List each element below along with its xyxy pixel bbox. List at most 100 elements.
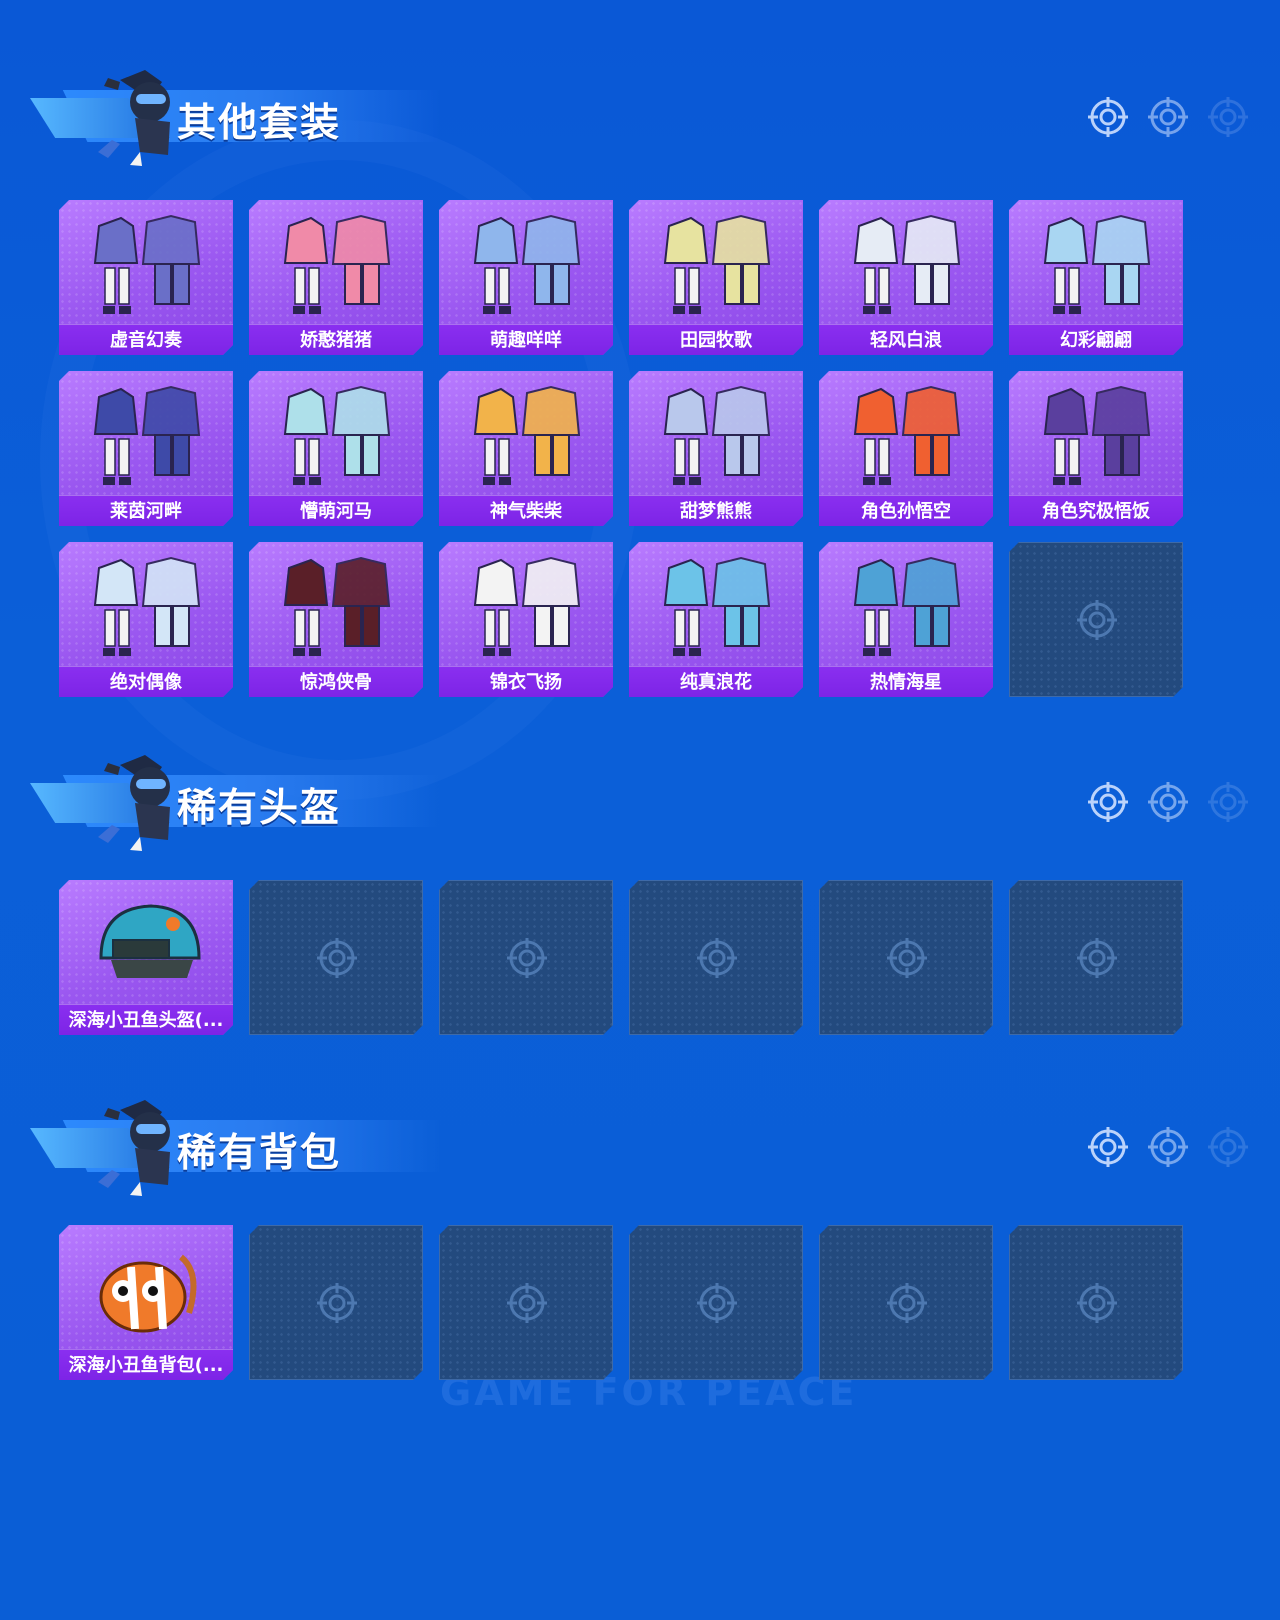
reticle-group	[1086, 95, 1250, 139]
item-image	[81, 208, 211, 318]
empty-slot	[629, 880, 803, 1035]
item-label: 深海小丑鱼头盔(...	[59, 1004, 233, 1035]
empty-slot	[819, 880, 993, 1035]
item-card[interactable]: 田园牧歌	[629, 200, 803, 355]
item-label: 角色究极悟饭	[1009, 495, 1183, 526]
item-card[interactable]: 懵萌河马	[249, 371, 423, 526]
reticle-icon	[1148, 1127, 1188, 1167]
empty-slot-icon	[504, 1280, 550, 1326]
item-label: 甜梦熊熊	[629, 495, 803, 526]
item-card[interactable]: 虚音幻奏	[59, 200, 233, 355]
item-label: 懵萌河马	[249, 495, 423, 526]
reticle-icon	[1208, 97, 1248, 137]
section-title: 其他套装	[177, 101, 342, 146]
item-image	[461, 550, 591, 660]
item-image	[81, 550, 211, 660]
item-label: 娇憨猪猪	[249, 324, 423, 355]
item-image	[271, 208, 401, 318]
reticle-icon	[1088, 1127, 1128, 1167]
reticle-icon	[1088, 782, 1128, 822]
item-card[interactable]: 神气柴柴	[439, 371, 613, 526]
empty-slot	[249, 1225, 423, 1380]
item-card[interactable]: 甜梦熊熊	[629, 371, 803, 526]
item-image	[841, 208, 971, 318]
item-image	[461, 379, 591, 489]
empty-slot-icon	[314, 935, 360, 981]
item-label: 神气柴柴	[439, 495, 613, 526]
item-card[interactable]: 深海小丑鱼头盔(...	[59, 880, 233, 1035]
reticle-icon	[1148, 782, 1188, 822]
item-card[interactable]: 角色孙悟空	[819, 371, 993, 526]
reticle-group	[1086, 1125, 1250, 1169]
item-label: 虚音幻奏	[59, 324, 233, 355]
item-card[interactable]: 纯真浪花	[629, 542, 803, 697]
empty-slot	[629, 1225, 803, 1380]
item-grid: 深海小丑鱼背包(...	[59, 1225, 1183, 1380]
item-label: 深海小丑鱼背包(...	[59, 1349, 233, 1380]
item-label: 角色孙悟空	[819, 495, 993, 526]
item-label: 惊鸿侠骨	[249, 666, 423, 697]
item-image	[651, 550, 781, 660]
item-image	[841, 379, 971, 489]
empty-slot-icon	[1074, 1280, 1120, 1326]
item-card[interactable]: 热情海星	[819, 542, 993, 697]
empty-slot-icon	[1074, 597, 1120, 643]
empty-slot-icon	[504, 935, 550, 981]
reticle-icon	[1208, 782, 1248, 822]
mascot-icon	[98, 70, 170, 166]
item-card[interactable]: 绝对偶像	[59, 542, 233, 697]
item-card[interactable]: 深海小丑鱼背包(...	[59, 1225, 233, 1380]
empty-slot	[1009, 542, 1183, 697]
item-grid: 虚音幻奏 娇憨猪猪 萌趣咩咩 田园牧歌 轻风白浪 幻彩翩翩 莱茵河畔 懵萌河马 …	[59, 200, 1183, 697]
reticle-group	[1086, 780, 1250, 824]
item-label: 幻彩翩翩	[1009, 324, 1183, 355]
section-header: 稀有背包	[30, 1090, 450, 1200]
item-card[interactable]: 娇憨猪猪	[249, 200, 423, 355]
mascot-icon	[98, 755, 170, 851]
reticle-icon	[1148, 97, 1188, 137]
item-label: 锦衣飞扬	[439, 666, 613, 697]
empty-slot	[249, 880, 423, 1035]
empty-slot	[439, 880, 613, 1035]
item-label: 田园牧歌	[629, 324, 803, 355]
item-image	[1031, 208, 1161, 318]
empty-slot-icon	[1074, 935, 1120, 981]
item-label: 萌趣咩咩	[439, 324, 613, 355]
empty-slot	[819, 1225, 993, 1380]
item-image	[651, 379, 781, 489]
item-card[interactable]: 惊鸿侠骨	[249, 542, 423, 697]
item-image	[841, 550, 971, 660]
section-title: 稀有背包	[177, 1131, 342, 1176]
item-card[interactable]: 萌趣咩咩	[439, 200, 613, 355]
item-card[interactable]: 莱茵河畔	[59, 371, 233, 526]
item-grid: 深海小丑鱼头盔(...	[59, 880, 1183, 1035]
reticle-icon	[1088, 97, 1128, 137]
item-label: 热情海星	[819, 666, 993, 697]
item-image	[271, 550, 401, 660]
item-image	[81, 379, 211, 489]
empty-slot	[439, 1225, 613, 1380]
item-label: 纯真浪花	[629, 666, 803, 697]
empty-slot-icon	[884, 1280, 930, 1326]
item-label: 轻风白浪	[819, 324, 993, 355]
mascot-icon	[98, 1100, 170, 1196]
section-title: 稀有头盔	[177, 786, 342, 831]
empty-slot-icon	[314, 1280, 360, 1326]
item-card[interactable]: 角色究极悟饭	[1009, 371, 1183, 526]
item-image	[651, 208, 781, 318]
item-image	[1031, 379, 1161, 489]
item-card[interactable]: 锦衣飞扬	[439, 542, 613, 697]
empty-slot-icon	[694, 1280, 740, 1326]
empty-slot-icon	[694, 935, 740, 981]
item-label: 莱茵河畔	[59, 495, 233, 526]
empty-slot	[1009, 1225, 1183, 1380]
item-card[interactable]: 轻风白浪	[819, 200, 993, 355]
reticle-icon	[1208, 1127, 1248, 1167]
empty-slot	[1009, 880, 1183, 1035]
section-header: 其他套装	[30, 60, 450, 170]
item-image	[271, 379, 401, 489]
backpack-image	[81, 1233, 211, 1343]
item-card[interactable]: 幻彩翩翩	[1009, 200, 1183, 355]
helmet-image	[81, 888, 211, 998]
item-image	[461, 208, 591, 318]
